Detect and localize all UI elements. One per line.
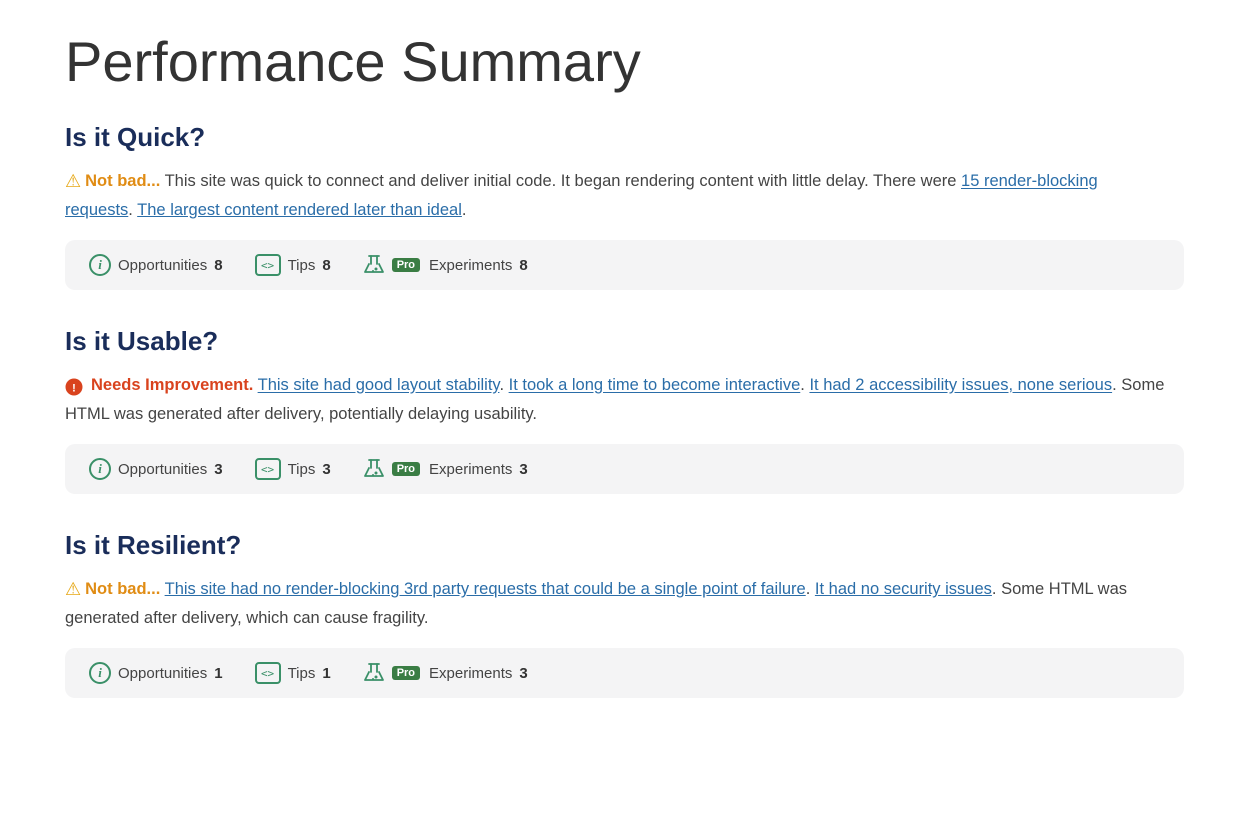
metric-count: 3 xyxy=(214,461,222,478)
section-quick-body: ⚠Not bad... This site was quick to conne… xyxy=(65,167,1165,224)
status-label: Not bad... xyxy=(85,173,160,191)
status-label: Needs Improvement. xyxy=(91,377,253,395)
section-usable-body: ! Needs Improvement. This site had good l… xyxy=(65,371,1165,428)
section-resilient-body: ⚠Not bad... This site had no render-bloc… xyxy=(65,575,1165,632)
section-usable-heading: Is it Usable? xyxy=(65,326,1184,357)
metric-experiments[interactable]: Pro Experiments 3 xyxy=(363,662,528,684)
metric-count: 3 xyxy=(322,461,330,478)
section-resilient-metrics-bar: i Opportunities 1 <> Tips 1 Pro Experiments 3 xyxy=(65,648,1184,698)
flask-icon xyxy=(363,458,385,480)
metric-label: Experiments xyxy=(429,665,512,682)
metric-label: Tips xyxy=(288,461,316,478)
body-link[interactable]: This site had no render-blocking 3rd par… xyxy=(165,580,806,598)
metric-count: 8 xyxy=(322,257,330,274)
metric-experiments[interactable]: Pro Experiments 3 xyxy=(363,458,528,480)
metric-opportunities[interactable]: i Opportunities 1 xyxy=(89,662,223,684)
metric-count: 3 xyxy=(519,461,527,478)
metric-opportunities[interactable]: i Opportunities 3 xyxy=(89,458,223,480)
section-usable: Is it Usable?! Needs Improvement. This si… xyxy=(65,326,1184,494)
metric-count: 1 xyxy=(214,665,222,682)
metric-label: Opportunities xyxy=(118,461,207,478)
metric-label: Tips xyxy=(288,665,316,682)
metric-tips[interactable]: <> Tips 1 xyxy=(255,662,331,684)
flask-icon xyxy=(363,662,385,684)
tips-icon: <> xyxy=(255,662,281,684)
pro-badge: Pro xyxy=(392,462,420,476)
flask-icon xyxy=(363,254,385,276)
opportunities-icon: i xyxy=(89,254,111,276)
section-quick: Is it Quick? ⚠Not bad... This site was qu… xyxy=(65,122,1184,290)
pro-badge: Pro xyxy=(392,666,420,680)
page-title: Performance Summary xyxy=(65,30,1184,94)
body-link[interactable]: It took a long time to become interactiv… xyxy=(509,377,801,395)
metric-count: 8 xyxy=(214,257,222,274)
body-link[interactable]: It had no security issues xyxy=(815,580,992,598)
tips-icon: <> xyxy=(255,458,281,480)
status-label: Not bad... xyxy=(85,580,160,598)
metric-label: Experiments xyxy=(429,257,512,274)
metric-label: Opportunities xyxy=(118,665,207,682)
svg-text:!: ! xyxy=(72,382,76,394)
body-link[interactable]: The largest content rendered later than … xyxy=(137,201,462,219)
warning-icon: ⚠ xyxy=(65,171,81,191)
metric-count: 1 xyxy=(322,665,330,682)
section-quick-metrics-bar: i Opportunities 8 <> Tips 8 Pro Experiments 8 xyxy=(65,240,1184,290)
metric-label: Tips xyxy=(288,257,316,274)
section-resilient-heading: Is it Resilient? xyxy=(65,530,1184,561)
body-link[interactable]: This site had good layout stability xyxy=(258,377,500,395)
metric-count: 3 xyxy=(519,665,527,682)
section-quick-heading: Is it Quick? xyxy=(65,122,1184,153)
metric-count: 8 xyxy=(519,257,527,274)
metric-tips[interactable]: <> Tips 8 xyxy=(255,254,331,276)
metric-label: Experiments xyxy=(429,461,512,478)
body-link[interactable]: It had 2 accessibility issues, none seri… xyxy=(809,377,1112,395)
section-usable-metrics-bar: i Opportunities 3 <> Tips 3 Pro Experiments 3 xyxy=(65,444,1184,494)
opportunities-icon: i xyxy=(89,458,111,480)
error-icon: ! xyxy=(65,375,87,395)
metric-tips[interactable]: <> Tips 3 xyxy=(255,458,331,480)
metric-label: Opportunities xyxy=(118,257,207,274)
metric-experiments[interactable]: Pro Experiments 8 xyxy=(363,254,528,276)
metric-opportunities[interactable]: i Opportunities 8 xyxy=(89,254,223,276)
pro-badge: Pro xyxy=(392,258,420,272)
tips-icon: <> xyxy=(255,254,281,276)
opportunities-icon: i xyxy=(89,662,111,684)
warning-icon: ⚠ xyxy=(65,579,81,599)
section-resilient: Is it Resilient? ⚠Not bad... This site ha… xyxy=(65,530,1184,698)
